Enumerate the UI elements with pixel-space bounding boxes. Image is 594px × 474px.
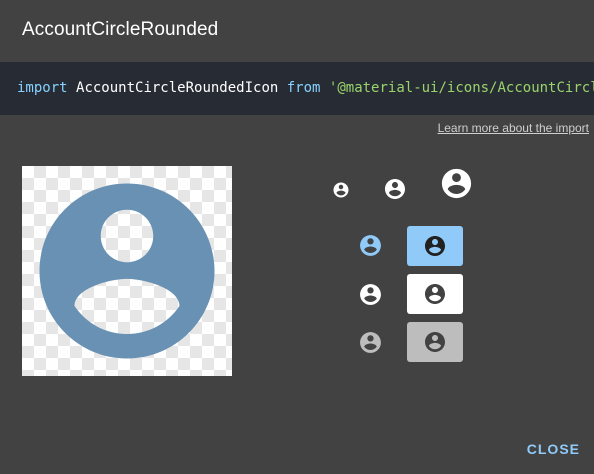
component-name: AccountCircleRoundedIcon	[76, 80, 279, 96]
import-statement: import AccountCircleRoundedIcon from '@m…	[17, 62, 594, 115]
from-keyword: from	[286, 80, 321, 96]
account-circle-icon-on-grey	[425, 332, 445, 352]
account-circle-icon-light	[358, 282, 383, 307]
account-circle-rounded-icon	[39, 183, 215, 359]
account-circle-icon-small	[332, 181, 350, 199]
import-code-block[interactable]: import AccountCircleRoundedIcon from '@m…	[0, 62, 594, 115]
close-button[interactable]: CLOSE	[527, 441, 580, 457]
learn-more-link[interactable]: Learn more about the import	[438, 121, 589, 135]
swatch-white	[407, 274, 463, 314]
icon-preview-canvas	[22, 166, 232, 376]
swatch-primary	[407, 226, 463, 266]
account-circle-icon-muted	[358, 330, 383, 355]
import-keyword: import	[17, 80, 68, 96]
account-circle-icon-primary	[358, 233, 383, 258]
dialog-title: AccountCircleRounded	[22, 19, 219, 40]
swatch-grey	[407, 322, 463, 362]
account-circle-icon-on-white	[425, 284, 445, 304]
account-circle-icon-large	[439, 166, 474, 201]
module-path: '@material-ui/icons/AccountCircleRounded…	[328, 80, 594, 96]
account-circle-icon-on-primary	[425, 236, 445, 256]
account-circle-icon-medium	[383, 177, 407, 201]
